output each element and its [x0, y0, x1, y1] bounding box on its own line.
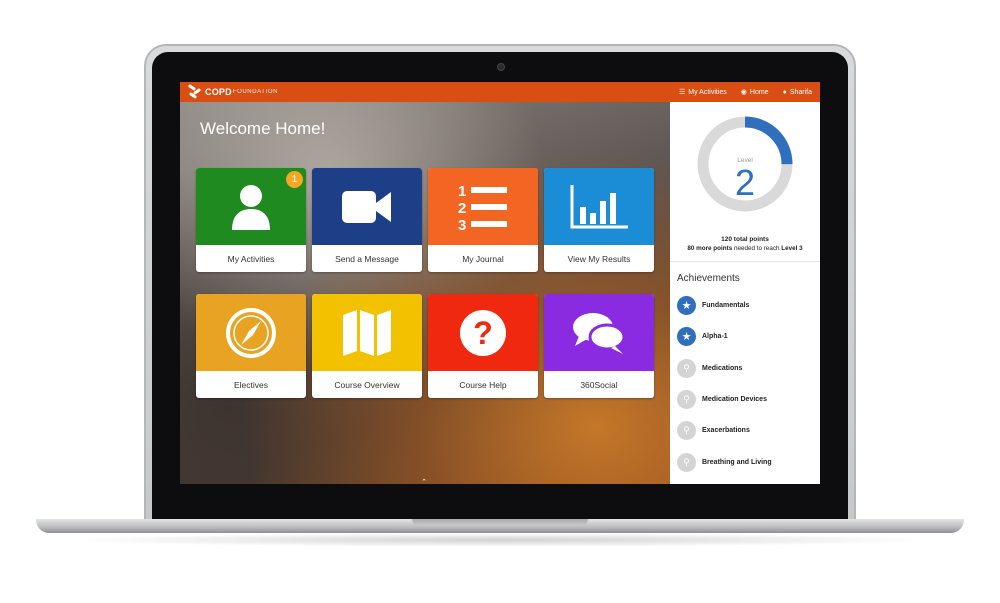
tile-icon-area [312, 294, 422, 371]
tile-icon-area: ? [428, 294, 538, 371]
nav-label: Home [749, 88, 769, 96]
points-needed-amount: 80 more points [687, 245, 733, 252]
level-number: 2 [734, 162, 756, 203]
lock-icon: ⚲ [677, 421, 696, 441]
list-icon: ☰ [678, 88, 686, 96]
tile-course-help[interactable]: ? Course Help [428, 294, 538, 398]
lock-icon: ⚲ [677, 358, 696, 378]
points-needed-mid: needed to reach [732, 245, 782, 252]
tile-my-activities[interactable]: 1 My Activities [196, 168, 306, 272]
achievement-item[interactable]: ★ Fundamentals [677, 290, 817, 321]
achievement-item[interactable]: ★ Alpha-1 [677, 321, 817, 352]
achievement-label: Alpha-1 [702, 333, 728, 341]
nav-user-menu[interactable]: ● Sharifa [783, 89, 812, 96]
achievement-item[interactable]: ⚲ Medications [677, 353, 817, 384]
lock-icon: ⚲ [677, 390, 696, 410]
tile-icon-area: 1 2 3 [428, 168, 538, 245]
numbered-list-icon: 1 2 3 [458, 183, 507, 232]
tile-label: View My Results [567, 253, 631, 264]
tile-360social[interactable]: 360Social [544, 294, 654, 398]
video-camera-icon [342, 190, 391, 223]
top-navbar: COPD FOUNDATION ☰ My Activities ◉ Home ●… [180, 82, 820, 102]
achievement-label: Medication Devices [702, 396, 767, 404]
achievement-item[interactable]: ⚲ Exacerbations [677, 415, 817, 446]
logo-mark-icon [187, 83, 202, 100]
camera-icon [497, 63, 505, 71]
points-needed-target: Level 3 [781, 245, 803, 252]
bar-chart-icon [570, 184, 628, 228]
page-title: Welcome Home! [200, 119, 326, 138]
tile-icon-area [196, 294, 306, 371]
chat-bubbles-icon [573, 312, 626, 354]
laptop-shadow [60, 533, 940, 547]
notification-badge: 1 [286, 171, 303, 188]
achievement-item[interactable]: ⚲ Medication Devices [677, 384, 817, 415]
question-icon: ? [460, 309, 506, 356]
map-icon [343, 309, 391, 356]
achievement-label: Fundamentals [702, 302, 750, 310]
svg-text:3: 3 [458, 217, 466, 232]
logo-text: COPD [205, 87, 232, 97]
tile-label: 360Social [580, 379, 618, 390]
achievement-label: Exacerbations [702, 427, 750, 435]
person-icon [232, 184, 270, 230]
tile-label: Send a Message [335, 253, 399, 264]
svg-text:?: ? [473, 315, 493, 351]
points-needed: 80 more points needed to reach Level 3 [670, 245, 820, 252]
tile-label: My Activities [227, 253, 275, 264]
logo-subtext: FOUNDATION [232, 89, 279, 95]
compass-icon [226, 307, 276, 358]
tile-icon-area [544, 294, 654, 371]
app-screen: COPD FOUNDATION ☰ My Activities ◉ Home ●… [180, 82, 820, 484]
tile-label: Course Overview [334, 379, 400, 390]
svg-text:2: 2 [458, 200, 466, 217]
scroll-up-icon[interactable]: ⌃ [420, 478, 428, 484]
achievements-heading: Achievements [677, 273, 740, 284]
nav-my-activities[interactable]: ☰ My Activities [679, 89, 727, 96]
tile-send-message[interactable]: Send a Message [312, 168, 422, 272]
laptop-base-notch [412, 519, 588, 526]
points-total: 120 total points [721, 236, 769, 243]
dashboard-icon: ◉ [740, 88, 747, 96]
tile-label: Course Help [459, 379, 507, 390]
user-icon: ● [782, 88, 787, 96]
achievement-label: Breathing and Living [702, 458, 772, 466]
level-panel: Level 2 120 total points 80 more points … [670, 102, 820, 262]
tile-view-results[interactable]: View My Results [544, 168, 654, 272]
star-badge-icon: ★ [677, 296, 696, 316]
tile-my-journal[interactable]: 1 2 3 My Journal [428, 168, 538, 272]
achievement-label: Medications [702, 364, 743, 372]
tile-icon-area [544, 168, 654, 245]
tile-course-overview[interactable]: Course Overview [312, 294, 422, 398]
progress-sidebar: Level 2 120 total points 80 more points … [670, 102, 820, 484]
nav-label: Sharifa [789, 88, 812, 96]
top-nav: ☰ My Activities ◉ Home ● Sharifa [679, 82, 812, 102]
achievements-list: ★ Fundamentals ★ Alpha-1 ⚲ Medications ⚲… [677, 290, 817, 478]
lock-icon: ⚲ [677, 452, 696, 472]
nav-label: My Activities [688, 88, 727, 96]
tile-label: Electives [233, 379, 268, 390]
copd-logo[interactable]: COPD FOUNDATION [187, 83, 279, 100]
nav-home[interactable]: ◉ Home [741, 89, 769, 96]
tile-label: My Journal [462, 253, 504, 264]
main-dashboard: Welcome Home! 1 My Activities Send a Mes… [180, 102, 670, 484]
star-badge-icon: ★ [677, 327, 696, 347]
svg-text:1: 1 [458, 183, 466, 200]
achievement-item[interactable]: ⚲ Breathing and Living [677, 446, 817, 477]
tile-icon-area [312, 168, 422, 245]
tile-electives[interactable]: Electives [196, 294, 306, 398]
